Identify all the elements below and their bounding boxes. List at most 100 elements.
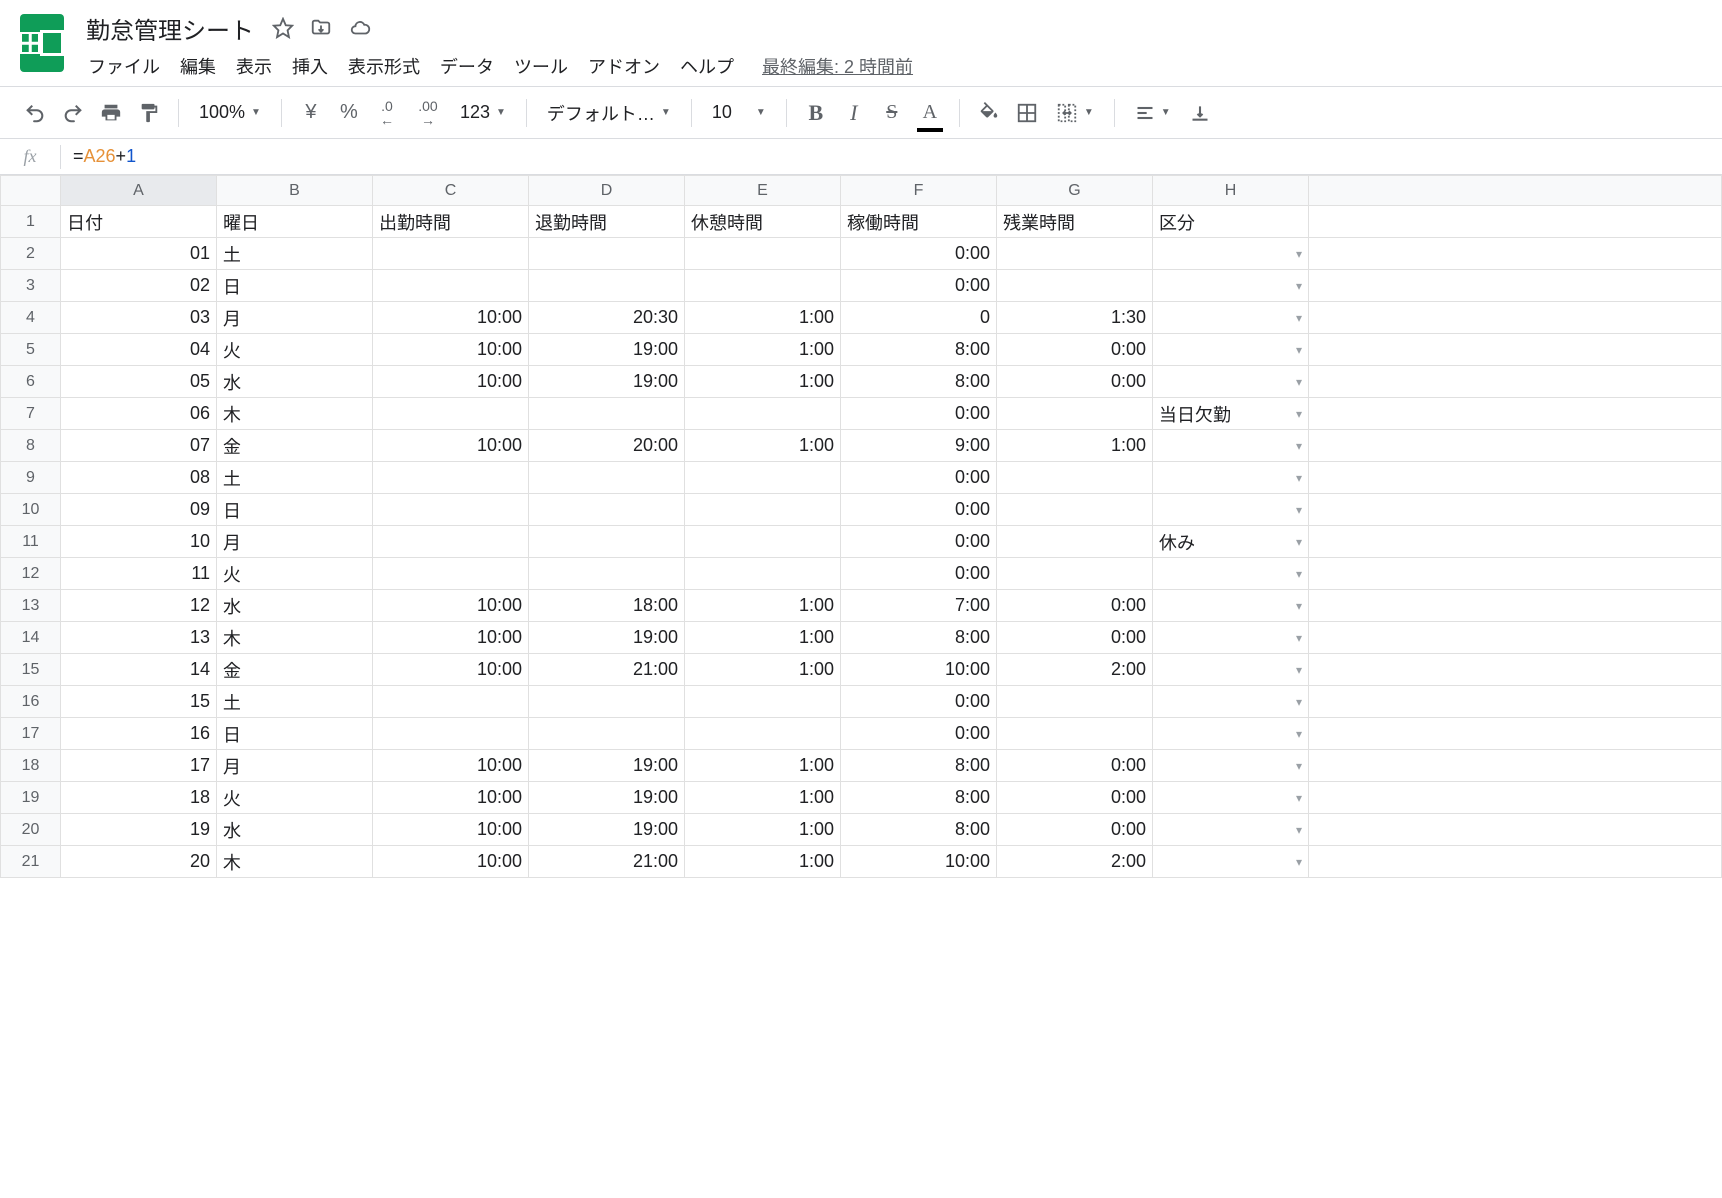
cell-F5[interactable]: 8:00 [841,334,997,366]
cell-E19[interactable]: 1:00 [685,782,841,814]
cell-A11[interactable]: 10 [61,526,217,558]
cell-D10[interactable] [529,494,685,526]
cell-A18[interactable]: 17 [61,750,217,782]
cell-D8[interactable]: 20:00 [529,430,685,462]
cell-G8[interactable]: 1:00 [997,430,1153,462]
row-header[interactable]: 17 [1,718,61,750]
redo-button[interactable] [56,96,90,130]
cell-E17[interactable] [685,718,841,750]
borders-button[interactable] [1010,96,1044,130]
cell-B9[interactable]: 土 [217,462,373,494]
column-header-G[interactable]: G [997,176,1153,206]
menu-edit[interactable]: 編集 [172,49,224,83]
cell-C3[interactable] [373,270,529,302]
cell-G2[interactable] [997,238,1153,270]
cell-H20[interactable] [1153,814,1309,846]
row-header[interactable]: 16 [1,686,61,718]
cell-H11[interactable]: 休み [1153,526,1309,558]
row-header[interactable]: 5 [1,334,61,366]
column-header-D[interactable]: D [529,176,685,206]
cell-B18[interactable]: 月 [217,750,373,782]
cell-A16[interactable]: 15 [61,686,217,718]
text-color-button[interactable]: A [913,96,947,130]
cell-B1[interactable]: 曜日 [217,206,373,238]
cell-E9[interactable] [685,462,841,494]
menu-insert[interactable]: 挿入 [284,49,336,83]
cell-A5[interactable]: 04 [61,334,217,366]
cell-F2[interactable]: 0:00 [841,238,997,270]
cell-C1[interactable]: 出勤時間 [373,206,529,238]
cell-B21[interactable]: 木 [217,846,373,878]
vertical-align-button[interactable] [1183,96,1217,130]
cell-B8[interactable]: 金 [217,430,373,462]
row-header[interactable]: 14 [1,622,61,654]
column-header-A[interactable]: A [61,176,217,206]
cell-G5[interactable]: 0:00 [997,334,1153,366]
cell-F11[interactable]: 0:00 [841,526,997,558]
cell-C20[interactable]: 10:00 [373,814,529,846]
cell-F20[interactable]: 8:00 [841,814,997,846]
cell-B7[interactable]: 木 [217,398,373,430]
cell-E10[interactable] [685,494,841,526]
row-header[interactable]: 7 [1,398,61,430]
cell-F3[interactable]: 0:00 [841,270,997,302]
cell-E12[interactable] [685,558,841,590]
menu-file[interactable]: ファイル [80,49,168,83]
cell-B10[interactable]: 日 [217,494,373,526]
menu-help[interactable]: ヘルプ [672,49,742,83]
cell-D16[interactable] [529,686,685,718]
cell-E11[interactable] [685,526,841,558]
cell-extra[interactable] [1309,238,1722,270]
cell-B14[interactable]: 木 [217,622,373,654]
cell-extra[interactable] [1309,750,1722,782]
cell-B15[interactable]: 金 [217,654,373,686]
cell-C18[interactable]: 10:00 [373,750,529,782]
cell-A6[interactable]: 05 [61,366,217,398]
cell-extra[interactable] [1309,558,1722,590]
cell-H5[interactable] [1153,334,1309,366]
cell-H15[interactable] [1153,654,1309,686]
cell-G9[interactable] [997,462,1153,494]
cell-H18[interactable] [1153,750,1309,782]
cell-D20[interactable]: 19:00 [529,814,685,846]
spreadsheet-grid[interactable]: ABCDEFGH 1日付曜日出勤時間退勤時間休憩時間稼働時間残業時間区分201土… [0,175,1722,878]
cell-A20[interactable]: 19 [61,814,217,846]
column-header-H[interactable]: H [1153,176,1309,206]
cell-extra[interactable] [1309,622,1722,654]
cloud-status-icon[interactable] [348,17,372,39]
cell-extra[interactable] [1309,654,1722,686]
cell-extra[interactable] [1309,430,1722,462]
row-header[interactable]: 3 [1,270,61,302]
cell-A21[interactable]: 20 [61,846,217,878]
cell-H2[interactable] [1153,238,1309,270]
cell-B12[interactable]: 火 [217,558,373,590]
cell-C8[interactable]: 10:00 [373,430,529,462]
cell-B11[interactable]: 月 [217,526,373,558]
menu-format[interactable]: 表示形式 [340,49,428,83]
cell-F10[interactable]: 0:00 [841,494,997,526]
cell-extra[interactable] [1309,718,1722,750]
cell-E15[interactable]: 1:00 [685,654,841,686]
format-percent-button[interactable]: % [332,96,366,130]
cell-A2[interactable]: 01 [61,238,217,270]
cell-D19[interactable]: 19:00 [529,782,685,814]
cell-D15[interactable]: 21:00 [529,654,685,686]
font-select[interactable]: デフォルト…▼ [539,96,679,130]
fill-color-button[interactable] [972,96,1006,130]
cell-A14[interactable]: 13 [61,622,217,654]
cell-F17[interactable]: 0:00 [841,718,997,750]
cell-H16[interactable] [1153,686,1309,718]
cell-D18[interactable]: 19:00 [529,750,685,782]
cell-extra[interactable] [1309,686,1722,718]
cell-H10[interactable] [1153,494,1309,526]
cell-extra[interactable] [1309,270,1722,302]
cell-C2[interactable] [373,238,529,270]
menu-addons[interactable]: アドオン [580,49,668,83]
cell-extra[interactable] [1309,526,1722,558]
cell-H3[interactable] [1153,270,1309,302]
cell-H8[interactable] [1153,430,1309,462]
cell-H9[interactable] [1153,462,1309,494]
print-button[interactable] [94,96,128,130]
cell-G20[interactable]: 0:00 [997,814,1153,846]
horizontal-align-button[interactable]: ▼ [1127,99,1179,127]
